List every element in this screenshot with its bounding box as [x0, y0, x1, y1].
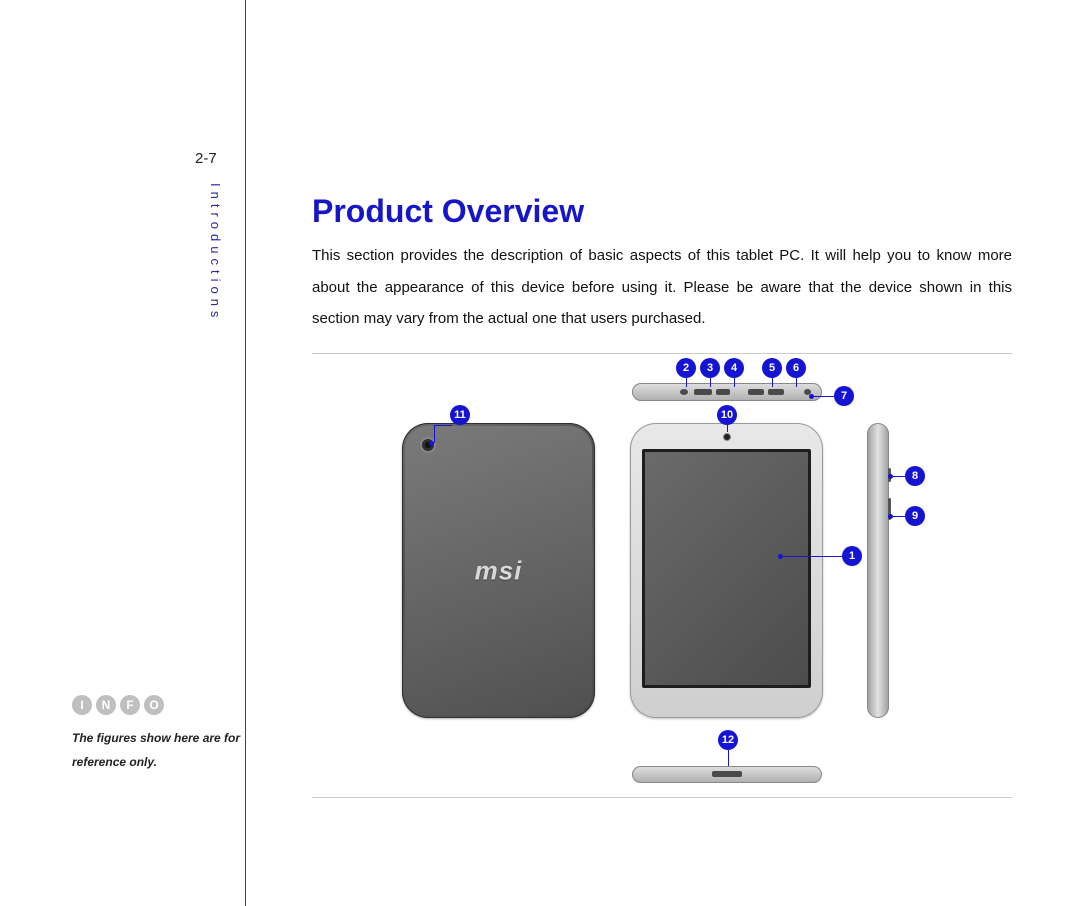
brand-logo: msi	[475, 555, 523, 586]
info-badge-letter: F	[120, 695, 140, 715]
info-badge: I N F O	[72, 695, 164, 715]
section-body: This section provides the description of…	[312, 240, 1012, 335]
callout-12: 12	[718, 730, 738, 750]
section-heading: Product Overview	[312, 193, 584, 230]
callout-3: 3	[700, 358, 720, 378]
tablet-top-edge	[632, 383, 822, 401]
bottom-port	[712, 771, 742, 777]
callout-7: 7	[834, 386, 854, 406]
info-badge-letter: N	[96, 695, 116, 715]
callout-6: 6	[786, 358, 806, 378]
callout-5: 5	[762, 358, 782, 378]
tablet-front-view	[630, 423, 823, 718]
divider	[312, 797, 1012, 798]
callout-4: 4	[724, 358, 744, 378]
divider	[312, 353, 1012, 354]
info-badge-letter: O	[144, 695, 164, 715]
callout-2: 2	[676, 358, 696, 378]
info-badge-letter: I	[72, 695, 92, 715]
tablet-side-view	[867, 423, 889, 718]
tablet-screen	[642, 449, 811, 688]
vertical-divider	[245, 0, 246, 906]
callout-10: 10	[717, 405, 737, 425]
tablet-back-view: msi	[402, 423, 595, 718]
page-number: 2-7	[195, 150, 217, 167]
callout-8: 8	[905, 466, 925, 486]
info-note: The figures show here are for reference …	[72, 726, 242, 774]
callout-11: 11	[450, 405, 470, 425]
front-camera-icon	[723, 433, 731, 441]
product-diagram: msi 2 3 4 5 6 7 11 10 8 9 1 12	[312, 358, 1012, 793]
callout-1: 1	[842, 546, 862, 566]
sidebar-section-label: Introductions	[208, 183, 223, 322]
tablet-bottom-edge	[632, 766, 822, 783]
callout-9: 9	[905, 506, 925, 526]
